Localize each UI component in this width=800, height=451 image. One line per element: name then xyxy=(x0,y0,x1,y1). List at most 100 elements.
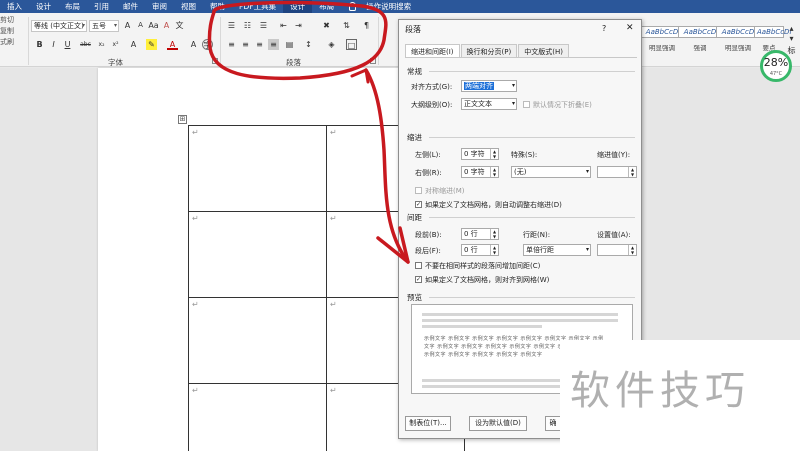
enclose-char-icon[interactable]: 字 xyxy=(202,39,213,50)
indent-by-spinner[interactable]: ▲ ▼ xyxy=(597,166,637,178)
spin-arrows-icon[interactable]: ▲ ▼ xyxy=(490,245,498,255)
style-preview: AaBbCcDı xyxy=(754,26,791,38)
tabs-button[interactable]: 制表位(T)... xyxy=(405,416,451,431)
line-spacing-value: 单倍行距 xyxy=(526,246,554,254)
no-space-same-style-label: 不要在相同样式的段落间增加间距(C) xyxy=(425,262,541,270)
right-indent-spinner[interactable]: 0 字符 ▲ ▼ xyxy=(461,166,499,178)
table-cell[interactable]: ↵ xyxy=(188,383,327,451)
cpu-usage-badge[interactable]: 28% 47°C xyxy=(760,50,792,82)
tab-help[interactable]: 帮助 xyxy=(203,0,232,13)
align-left-icon[interactable]: ≡ xyxy=(226,39,237,50)
sort-icon[interactable]: ⇅ xyxy=(341,20,352,31)
space-before-spinner[interactable]: 0 行 ▲ ▼ xyxy=(461,228,499,240)
clear-format-icon[interactable]: A xyxy=(161,20,172,31)
tab-pdf-tools[interactable]: PDF工具集 xyxy=(232,0,283,13)
spin-arrows-icon[interactable]: ▲ ▼ xyxy=(490,149,498,159)
tab-references[interactable]: 引用 xyxy=(87,0,116,13)
indent-by-label: 缩进值(Y): xyxy=(597,151,631,159)
tab-table-design[interactable]: 设计 xyxy=(283,0,313,13)
strikethrough-icon[interactable]: abc xyxy=(80,39,91,50)
borders-icon[interactable]: □ xyxy=(346,39,357,50)
collapsed-checkbox[interactable] xyxy=(523,101,530,108)
general-heading: 常规 xyxy=(407,67,422,76)
indentation-heading: 缩进 xyxy=(407,133,422,142)
collapsed-label: 默认情况下折叠(E) xyxy=(533,101,592,109)
special-indent-select[interactable]: (无) ▾ xyxy=(511,166,591,178)
table-cell[interactable]: ↵ xyxy=(188,297,327,384)
justify-icon[interactable]: ≡ xyxy=(268,39,279,50)
spin-arrows-icon[interactable]: ▲ ▼ xyxy=(628,167,636,177)
chevron-down-icon: ▾ xyxy=(113,22,117,29)
decrease-indent-icon[interactable]: ⇤ xyxy=(278,20,289,31)
alignment-select[interactable]: 两端对齐 ▾ xyxy=(461,80,517,92)
superscript-icon[interactable]: x² xyxy=(110,39,121,50)
space-after-label: 段后(F): xyxy=(415,247,441,255)
table-move-handle[interactable]: ⊞ xyxy=(178,115,187,124)
ok-button[interactable]: 确 xyxy=(545,416,561,431)
tab-asian-typography[interactable]: 中文版式(H) xyxy=(518,44,569,57)
spin-arrows-icon[interactable]: ▲ ▼ xyxy=(490,229,498,239)
grow-font-icon[interactable]: A xyxy=(122,20,133,31)
highlight-icon[interactable]: ✎ xyxy=(146,39,157,50)
line-spacing-icon[interactable]: ↕ xyxy=(303,39,314,50)
mirror-indents-checkbox[interactable] xyxy=(415,187,422,194)
spin-arrows-icon[interactable]: ▲ ▼ xyxy=(490,167,498,177)
format-painter-button[interactable]: 式刷 xyxy=(0,37,26,48)
table-cell[interactable]: ↵ xyxy=(188,125,327,212)
change-case-icon[interactable]: Aa xyxy=(148,20,159,31)
tab-insert[interactable]: 插入 xyxy=(0,0,29,13)
distributed-icon[interactable]: ▤ xyxy=(284,39,295,50)
copy-button[interactable]: 复制 xyxy=(0,26,26,37)
show-marks-icon[interactable]: ¶ xyxy=(361,20,372,31)
set-default-button[interactable]: 设为默认值(D) xyxy=(469,416,527,431)
paragraph-dialog-launcher[interactable] xyxy=(370,58,376,64)
help-button[interactable]: ? xyxy=(602,24,606,33)
alignment-value: 两端对齐 xyxy=(464,82,494,90)
left-indent-spinner[interactable]: 0 字符 ▲ ▼ xyxy=(461,148,499,160)
underline-icon[interactable]: U xyxy=(62,39,73,50)
chinese-layout-icon[interactable]: ✖ xyxy=(321,20,332,31)
tab-layout[interactable]: 布局 xyxy=(58,0,87,13)
close-icon[interactable]: ✕ xyxy=(626,23,634,33)
tab-mailings[interactable]: 邮件 xyxy=(116,0,145,13)
text-effects-icon[interactable]: A xyxy=(128,39,139,50)
tab-table-layout[interactable]: 布局 xyxy=(312,0,341,13)
phonetic-guide-icon[interactable]: 文 xyxy=(174,20,185,31)
snap-to-grid-checkbox[interactable]: ✓ xyxy=(415,276,422,283)
style-gallery-item[interactable]: AaBbCcDı 要点 xyxy=(754,16,791,54)
cut-button[interactable]: 剪切 xyxy=(0,15,26,26)
font-size-combo[interactable]: 五号 ▾ xyxy=(89,20,119,32)
shading-icon[interactable]: ◈ xyxy=(326,39,337,50)
multilevel-list-icon[interactable]: ☰ xyxy=(258,20,269,31)
tab-view[interactable]: 视图 xyxy=(174,0,203,13)
auto-adjust-checkbox[interactable]: ✓ xyxy=(415,201,422,208)
bold-icon[interactable]: B xyxy=(34,39,45,50)
tab-indents-spacing[interactable]: 缩进和间距(I) xyxy=(405,44,460,57)
shrink-font-icon[interactable]: A xyxy=(135,20,146,31)
spacing-at-spinner[interactable]: ▲ ▼ xyxy=(597,244,637,256)
numbering-icon[interactable]: ☷ xyxy=(242,20,253,31)
subscript-icon[interactable]: x₂ xyxy=(96,39,107,50)
align-center-icon[interactable]: ≡ xyxy=(240,39,251,50)
tell-me-search[interactable]: 操作说明搜索 xyxy=(359,0,418,13)
font-name-combo[interactable]: 等线 (中文正文) ▾ xyxy=(31,20,87,32)
table-cell[interactable]: ↵ xyxy=(188,211,327,298)
space-after-spinner[interactable]: 0 行 ▲ ▼ xyxy=(461,244,499,256)
chevron-down-icon[interactable]: ▾ xyxy=(786,33,797,44)
increase-indent-icon[interactable]: ⇥ xyxy=(293,20,304,31)
bullets-icon[interactable]: ☰ xyxy=(226,20,237,31)
no-space-same-style-checkbox[interactable] xyxy=(415,262,422,269)
outline-level-select[interactable]: 正文文本 ▾ xyxy=(461,98,517,110)
font-dialog-launcher[interactable] xyxy=(212,58,218,64)
spin-arrows-icon[interactable]: ▲ ▼ xyxy=(628,245,636,255)
line-spacing-select[interactable]: 单倍行距 ▾ xyxy=(523,244,591,256)
align-right-icon[interactable]: ≡ xyxy=(254,39,265,50)
tab-review[interactable]: 审阅 xyxy=(145,0,174,13)
tab-line-page-breaks[interactable]: 换行和分页(P) xyxy=(460,44,518,57)
italic-icon[interactable]: I xyxy=(48,39,59,50)
special-indent-label: 特殊(S): xyxy=(511,151,538,159)
font-color-icon[interactable]: A xyxy=(167,39,178,50)
char-shading-icon[interactable]: A xyxy=(188,39,199,50)
tab-design[interactable]: 设计 xyxy=(29,0,58,13)
group-divider xyxy=(378,17,379,65)
